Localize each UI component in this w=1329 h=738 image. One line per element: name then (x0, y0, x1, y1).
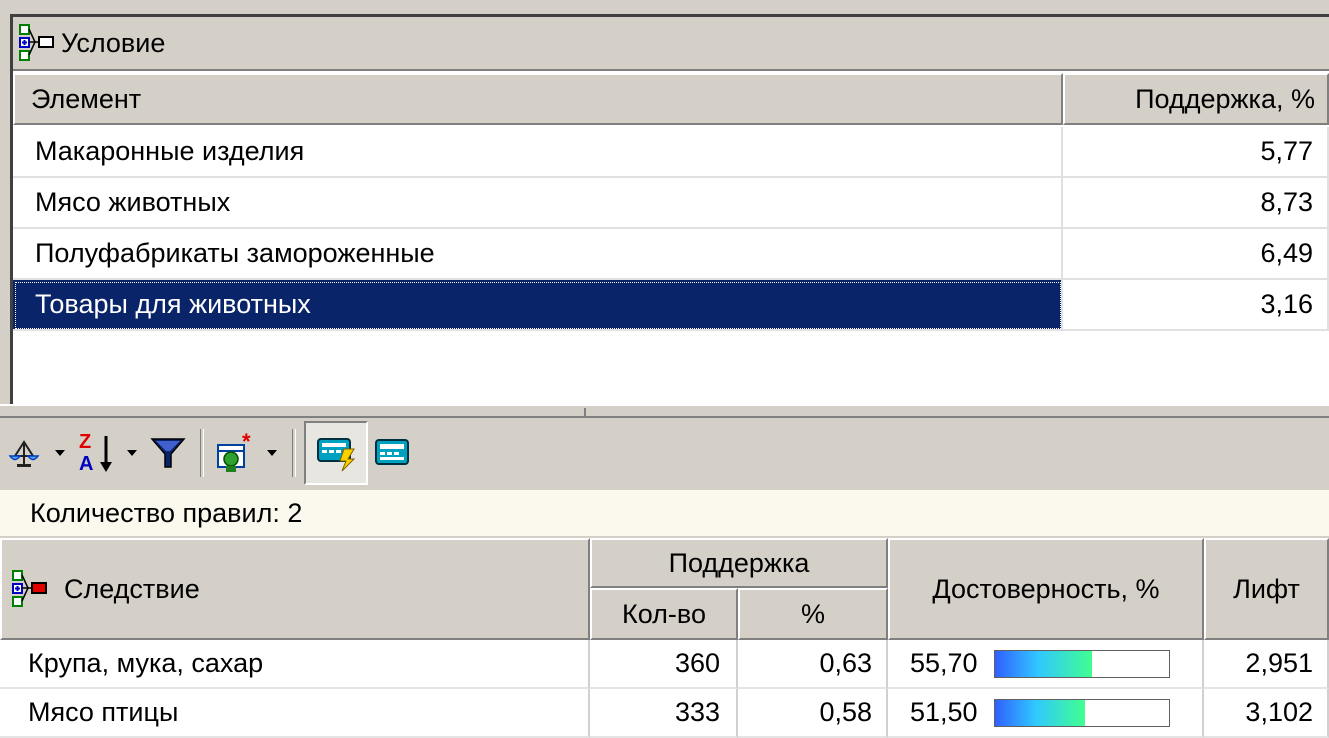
element-cell: Мясо животных (13, 178, 1063, 229)
confidence-bar (994, 650, 1170, 678)
confidence-header-label: Достоверность, % (932, 573, 1160, 604)
table-row[interactable]: Полуфабрикаты замороженные 6,49 (13, 229, 1329, 280)
lift-cell: 3,102 (1204, 689, 1329, 738)
rule-wizard-button[interactable]: * (212, 425, 260, 481)
column-header-count[interactable]: Кол-во (590, 588, 738, 640)
rules-count-bar: Количество правил: 2 (0, 490, 1329, 536)
column-header-support[interactable]: Поддержка, % (1063, 73, 1329, 125)
rules-count-label: Количество правил: 2 (30, 497, 303, 528)
element-cell: Товары для животных (13, 280, 1063, 331)
consequence-cell: Крупа, мука, сахар (0, 640, 590, 689)
toolbar-separator (292, 429, 296, 477)
confidence-bar-fill (995, 651, 1092, 677)
svg-text:A: A (79, 453, 93, 475)
rule-wizard-icon: * (217, 431, 251, 472)
lift-cell: 2,951 (1204, 640, 1329, 689)
count-cell: 360 (590, 640, 738, 689)
table-row[interactable]: Макаронные изделия 5,77 (13, 127, 1329, 178)
condition-grid-header: Элемент Поддержка, % (13, 73, 1329, 125)
rules-viewer-window: Условие Элемент Поддержка, % Макаронные … (0, 0, 1329, 738)
scales-dropdown[interactable] (48, 425, 72, 481)
column-header-consequence[interactable]: Следствие (0, 538, 590, 640)
toolbar: Z A * (0, 418, 1329, 488)
rules-table: Следствие Поддержка Кол-во % Достовернос… (0, 538, 1329, 738)
consequence-cell: Мясо птицы (0, 689, 590, 738)
sort-za-icon: Z A (79, 431, 112, 475)
rule-wizard-dropdown[interactable] (260, 425, 284, 481)
table-row[interactable]: Крупа, мука, сахар 360 0,63 55,70 2,951 (0, 640, 1329, 689)
panel-splitter[interactable] (0, 404, 1329, 418)
confidence-cell: 51,50 (888, 689, 1204, 738)
column-header-element[interactable]: Элемент (13, 73, 1063, 125)
count-header-label: Кол-во (622, 598, 706, 629)
chevron-down-icon (267, 450, 277, 456)
support-cell: 5,77 (1063, 127, 1329, 178)
consequence-text: Мясо птицы (28, 697, 179, 727)
sort-button[interactable]: Z A (72, 425, 120, 481)
lift-text: 3,102 (1245, 697, 1313, 727)
keyboard-lightning-button[interactable] (304, 421, 368, 485)
percent-text: 0,58 (819, 697, 872, 727)
keyboard-button[interactable] (368, 425, 416, 481)
chevron-down-icon (127, 450, 137, 456)
confidence-bar (994, 699, 1170, 727)
percent-text: 0,63 (819, 648, 872, 678)
scales-button[interactable] (0, 425, 48, 481)
support-group-label: Поддержка (668, 547, 810, 578)
element-cell: Полуфабрикаты замороженные (13, 229, 1063, 280)
support-cell: 8,73 (1063, 178, 1329, 229)
confidence-text: 55,70 (910, 648, 978, 678)
sort-dropdown[interactable] (120, 425, 144, 481)
svg-text:Z: Z (79, 431, 91, 453)
count-cell: 333 (590, 689, 738, 738)
lift-header-label: Лифт (1233, 573, 1300, 604)
keyboard-lightning-icon (317, 438, 356, 472)
column-header-lift[interactable]: Лифт (1204, 538, 1329, 640)
filter-button[interactable] (144, 425, 192, 481)
table-row-selected[interactable]: Товары для животных 3,16 (13, 280, 1329, 331)
support-cell: 3,16 (1063, 280, 1329, 331)
support-cell: 6,49 (1063, 229, 1329, 280)
element-cell: Макаронные изделия (13, 127, 1063, 178)
count-text: 360 (674, 648, 720, 678)
consequence-header-label: Следствие (64, 573, 200, 604)
confidence-cell: 55,70 (888, 640, 1204, 689)
table-row[interactable]: Мясо птицы 333 0,58 51,50 3,102 (0, 689, 1329, 738)
lift-text: 2,951 (1245, 648, 1313, 678)
condition-tree-icon (19, 24, 54, 61)
column-header-percent[interactable]: % (738, 588, 888, 640)
percent-header-label: % (800, 598, 825, 629)
condition-caption: Условие (13, 17, 1329, 71)
count-text: 333 (674, 697, 720, 727)
svg-text:*: * (242, 431, 251, 454)
condition-panel: Условие Элемент Поддержка, % Макаронные … (10, 14, 1329, 406)
percent-cell: 0,63 (738, 640, 888, 689)
filter-funnel-icon (150, 438, 186, 468)
condition-grid-body: Макаронные изделия 5,77 Мясо животных 8,… (13, 127, 1329, 331)
toolbar-separator (200, 429, 204, 477)
splitter-grip[interactable] (584, 408, 586, 418)
consequence-text: Крупа, мука, сахар (28, 648, 264, 678)
table-row[interactable]: Мясо животных 8,73 (13, 178, 1329, 229)
column-header-confidence[interactable]: Достоверность, % (888, 538, 1204, 640)
confidence-bar-fill (995, 700, 1085, 726)
scales-icon (8, 440, 40, 467)
keyboard-icon (375, 439, 409, 465)
condition-title: Условие (61, 27, 166, 58)
percent-cell: 0,58 (738, 689, 888, 738)
consequence-tree-icon (12, 570, 47, 607)
column-header-support-group: Поддержка (590, 538, 888, 588)
chevron-down-icon (55, 450, 65, 456)
confidence-text: 51,50 (910, 697, 978, 727)
